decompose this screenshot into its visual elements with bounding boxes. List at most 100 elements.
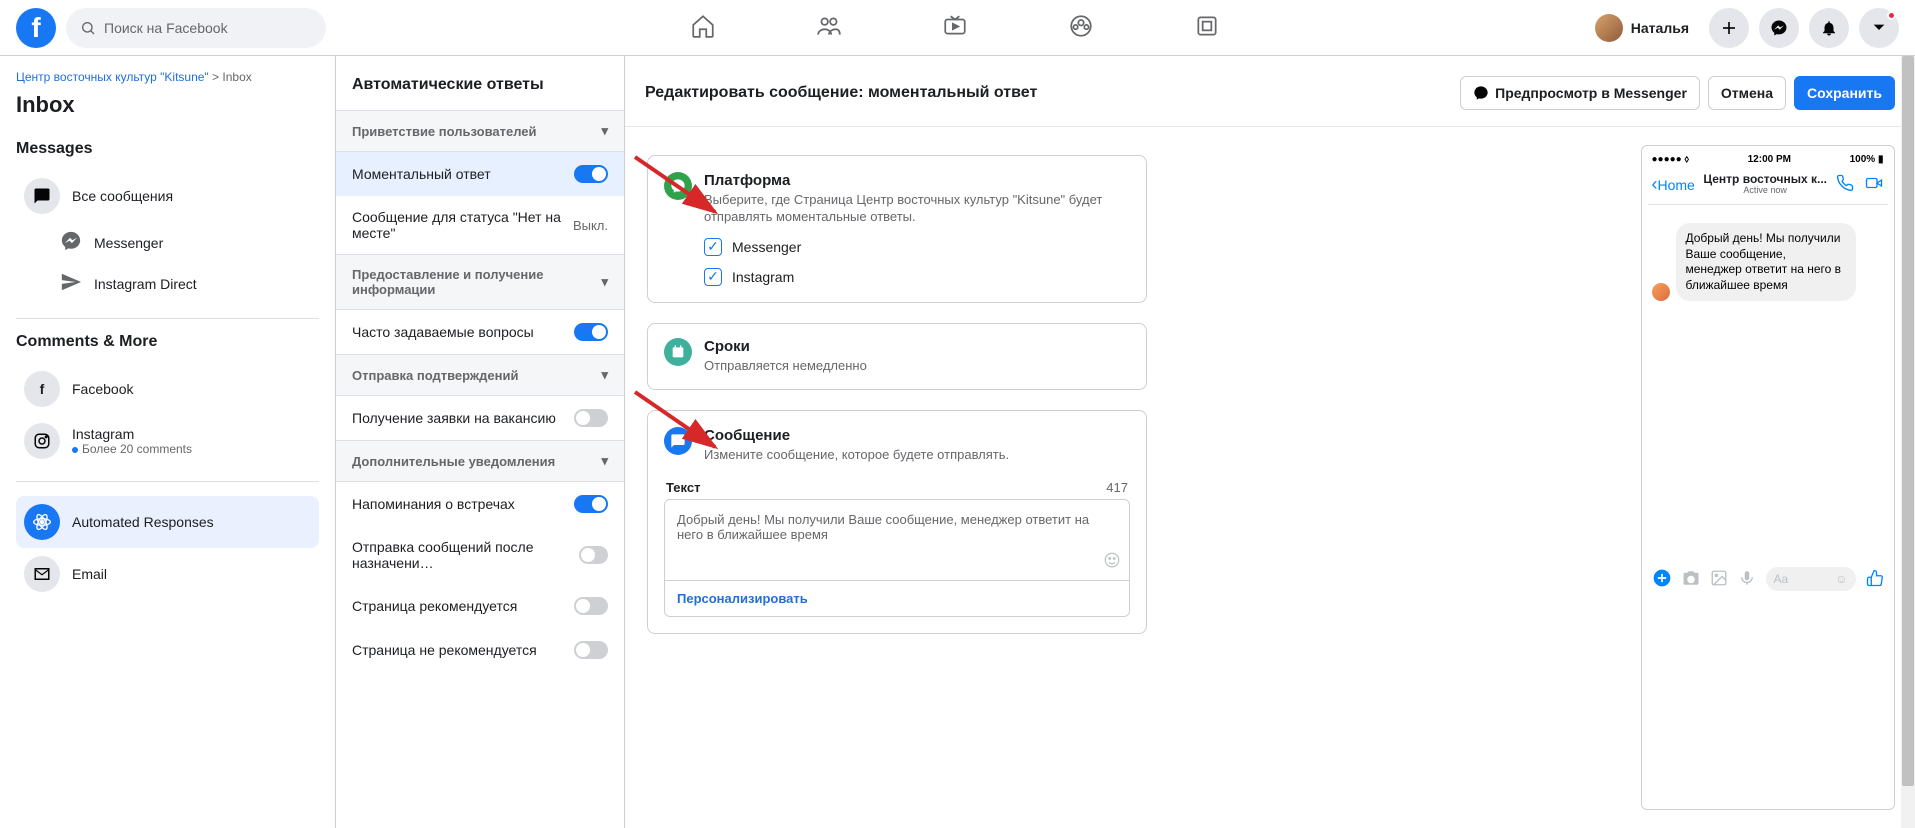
mail-icon — [24, 556, 60, 592]
opt-faq[interactable]: Часто задаваемые вопросы — [336, 310, 624, 354]
sidebar-item-label: Instagram — [72, 426, 192, 442]
preview-column: ●●●●● ⬨ 12:00 PM 100% ▮ ‹Home Центр вост… — [1620, 127, 1915, 828]
platform-icon — [664, 172, 692, 200]
gaming-icon[interactable] — [1194, 13, 1220, 42]
phone-back: ‹Home — [1652, 174, 1695, 195]
checkbox-icon: ✓ — [704, 238, 722, 256]
phone-statusbar: ●●●●● ⬨ 12:00 PM 100% ▮ — [1648, 152, 1888, 167]
sidebar-facebook[interactable]: f Facebook — [16, 363, 319, 415]
cancel-button[interactable]: Отмена — [1708, 76, 1786, 110]
messenger-icon — [60, 230, 82, 255]
main-header: Редактировать сообщение: моментальный от… — [625, 56, 1915, 127]
groups-icon[interactable] — [1068, 13, 1094, 42]
preview-messenger-button[interactable]: Предпросмотр в Messenger — [1460, 76, 1700, 110]
opt-away-message[interactable]: Сообщение для статуса "Нет на месте"Выкл… — [336, 196, 624, 254]
notifications-button[interactable] — [1809, 8, 1849, 48]
account-button[interactable] — [1859, 8, 1899, 48]
message-icon — [664, 427, 692, 455]
editor-label: Текст — [666, 480, 700, 495]
left-sidebar: Центр восточных культур "Kitsune" > Inbo… — [0, 56, 335, 828]
checkbox-icon: ✓ — [704, 268, 722, 286]
sidebar-instagram[interactable]: Instagram Более 20 comments — [16, 415, 319, 467]
toggle[interactable] — [574, 323, 608, 341]
card-desc: Выберите, где Страница Центр восточных к… — [704, 192, 1130, 226]
scrollbar[interactable] — [1901, 56, 1915, 828]
section-messages: Messages — [16, 140, 319, 158]
card-desc: Отправляется немедленно — [704, 358, 867, 375]
avatar — [1595, 14, 1623, 42]
message-editor[interactable]: Добрый день! Мы получили Ваше сообщение,… — [664, 499, 1130, 617]
sidebar-item-label: Instagram Direct — [94, 276, 197, 292]
form-column: Платформа Выберите, где Страница Центр в… — [625, 127, 1620, 828]
chevron-down-icon: ▾ — [601, 367, 608, 383]
search-icon — [80, 20, 96, 36]
user-chip[interactable]: Наталья — [1585, 10, 1699, 46]
save-button[interactable]: Сохранить — [1794, 76, 1895, 110]
sidebar-all-messages[interactable]: Все сообщения — [16, 170, 319, 222]
card-title: Сроки — [704, 338, 867, 355]
home-icon[interactable] — [690, 13, 716, 42]
toggle[interactable] — [579, 546, 608, 564]
sidebar-item-subtitle: Более 20 comments — [72, 442, 192, 456]
friends-icon[interactable] — [816, 13, 842, 42]
bubble-text: Добрый день! Мы получили Ваше сообщение,… — [1676, 223, 1856, 301]
group-greeting[interactable]: Приветствие пользователей▾ — [336, 110, 624, 152]
nav-center — [326, 13, 1585, 42]
editor-text: Добрый день! Мы получили Ваше сообщение,… — [677, 512, 1089, 542]
sidebar-item-label: Email — [72, 566, 107, 582]
timing-icon — [664, 338, 692, 366]
search-input[interactable]: Поиск на Facebook — [66, 8, 326, 48]
emoji-icon[interactable] — [1103, 551, 1121, 572]
card-timing: Сроки Отправляется немедленно — [647, 323, 1147, 390]
sidebar-item-label: Automated Responses — [72, 514, 214, 530]
toggle[interactable] — [574, 165, 608, 183]
toggle[interactable] — [574, 495, 608, 513]
messenger-button[interactable] — [1759, 8, 1799, 48]
instagram-icon — [24, 423, 60, 459]
mid-title: Автоматические ответы — [336, 56, 624, 110]
like-icon — [1866, 569, 1884, 590]
toggle[interactable] — [574, 641, 608, 659]
section-comments: Comments & More — [16, 333, 319, 351]
char-count: 417 — [1106, 480, 1128, 495]
camera-icon — [1682, 569, 1700, 590]
card-message: Сообщение Измените сообщение, которое бу… — [647, 410, 1147, 634]
group-extra[interactable]: Дополнительные уведомления▾ — [336, 440, 624, 482]
crumb-page-link[interactable]: Центр восточных культур "Kitsune" — [16, 70, 209, 84]
opt-notrec[interactable]: Страница не рекомендуется — [336, 628, 624, 672]
phone-footer: Aa☺ — [1648, 561, 1888, 597]
group-info[interactable]: Предоставление и получение информации▾ — [336, 254, 624, 310]
bubble-avatar — [1652, 283, 1670, 301]
chevron-down-icon: ▾ — [601, 123, 608, 139]
sidebar-item-label: Facebook — [72, 381, 133, 397]
sidebar-email[interactable]: Email — [16, 548, 319, 600]
personalize-link[interactable]: Персонализировать — [665, 580, 1129, 616]
checkbox-messenger[interactable]: ✓Messenger — [704, 238, 1130, 256]
chevron-down-icon: ▾ — [601, 274, 608, 290]
watch-icon[interactable] — [942, 13, 968, 42]
toggle[interactable] — [574, 409, 608, 427]
sidebar-item-label: Все сообщения — [72, 188, 173, 204]
facebook-logo[interactable]: f — [16, 8, 56, 48]
notification-dot — [1887, 11, 1896, 20]
toggle[interactable] — [574, 597, 608, 615]
sidebar-messenger[interactable]: Messenger — [16, 222, 319, 263]
card-platform: Платформа Выберите, где Страница Центр в… — [647, 155, 1147, 303]
create-button[interactable] — [1709, 8, 1749, 48]
messenger-icon — [1473, 85, 1489, 101]
breadcrumb: Центр восточных культур "Kitsune" > Inbo… — [16, 70, 319, 84]
opt-after[interactable]: Отправка сообщений после назначени… — [336, 526, 624, 584]
opt-remind[interactable]: Напоминания о встречах — [336, 482, 624, 526]
chevron-down-icon: ▾ — [601, 453, 608, 469]
opt-job[interactable]: Получение заявки на вакансию — [336, 396, 624, 440]
sidebar-automated-responses[interactable]: Automated Responses — [16, 496, 319, 548]
group-confirm[interactable]: Отправка подтверждений▾ — [336, 354, 624, 396]
search-placeholder: Поиск на Facebook — [104, 20, 228, 36]
top-right: Наталья — [1585, 8, 1899, 48]
sidebar-instagram-direct[interactable]: Instagram Direct — [16, 263, 319, 304]
opt-rec[interactable]: Страница рекомендуется — [336, 584, 624, 628]
opt-instant-reply[interactable]: Моментальный ответ — [336, 152, 624, 196]
checkbox-instagram[interactable]: ✓Instagram — [704, 268, 1130, 286]
card-title: Платформа — [704, 172, 1130, 189]
phone-video-icon — [1864, 174, 1884, 195]
